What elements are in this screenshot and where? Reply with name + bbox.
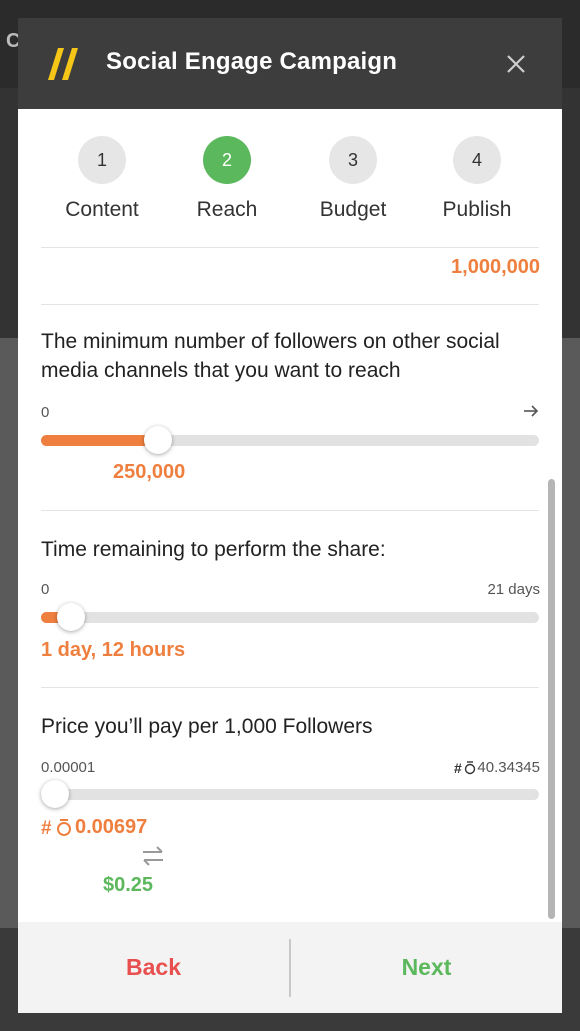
price-min-label: 0.00001: [41, 759, 96, 776]
price-max: # 40.34345: [454, 759, 540, 776]
close-icon[interactable]: [502, 50, 530, 78]
token-currency-icon: #: [41, 818, 71, 838]
double-slash-logo-icon: [48, 48, 78, 80]
price-max-label: 40.34345: [477, 759, 540, 776]
slider-fill: [41, 435, 159, 446]
followers-value: 250,000: [113, 461, 186, 483]
divider: [41, 687, 539, 688]
slider-thumb[interactable]: [144, 426, 173, 454]
step-number: 4: [453, 136, 501, 184]
step-budget[interactable]: 3 Budget: [293, 136, 413, 222]
divider: [41, 510, 539, 511]
divider: [41, 247, 539, 248]
price-usd-value: $0.25: [103, 874, 154, 896]
time-value: 1 day, 12 hours: [41, 639, 186, 661]
slider-thumb[interactable]: [56, 603, 85, 631]
back-button[interactable]: Back: [18, 922, 289, 1013]
time-min-label: 0: [41, 581, 50, 598]
followers-min-label: 0: [41, 404, 50, 421]
time-max-label: 21 days: [487, 581, 540, 598]
step-number: 1: [78, 136, 126, 184]
price-slider[interactable]: [41, 780, 539, 808]
previous-slider-value: 1,000,000: [451, 256, 540, 278]
step-label: Content: [65, 198, 139, 221]
svg-text:#: #: [41, 818, 52, 838]
campaign-modal: Social Engage Campaign 1 Content 2 Reach…: [18, 18, 562, 1013]
modal-footer: Back Next: [18, 922, 562, 1013]
next-button[interactable]: Next: [291, 922, 562, 1013]
modal-title: Social Engage Campaign: [106, 48, 398, 75]
price-question: Price you’ll pay per 1,000 Followers: [41, 715, 373, 738]
followers-question: The minimum number of followers on other…: [41, 330, 500, 382]
step-label: Publish: [442, 198, 512, 221]
step-publish[interactable]: 4 Publish: [417, 136, 537, 222]
token-currency-icon: #: [454, 761, 476, 775]
price-value: # 0.00697: [41, 816, 147, 839]
scrollbar[interactable]: [548, 479, 555, 919]
divider: [41, 304, 539, 305]
svg-text:#: #: [454, 761, 462, 775]
time-slider[interactable]: [41, 603, 539, 631]
step-label: Budget: [319, 198, 387, 221]
step-reach[interactable]: 2 Reach: [167, 136, 287, 222]
step-label: Reach: [196, 198, 258, 221]
arrow-right-icon: [524, 405, 539, 417]
slider-thumb[interactable]: [41, 780, 69, 808]
swap-arrows-icon: [143, 846, 163, 866]
step-content[interactable]: 1 Content: [42, 136, 162, 222]
stepper: 1 Content 2 Reach 3 Budget 4 Publish: [18, 109, 562, 249]
modal-header: Social Engage Campaign: [18, 18, 562, 109]
price-value-label: 0.00697: [75, 816, 148, 838]
step-number: 2: [203, 136, 251, 184]
followers-slider[interactable]: [41, 426, 539, 454]
step-number: 3: [329, 136, 377, 184]
time-question: Time remaining to perform the share:: [41, 538, 386, 561]
